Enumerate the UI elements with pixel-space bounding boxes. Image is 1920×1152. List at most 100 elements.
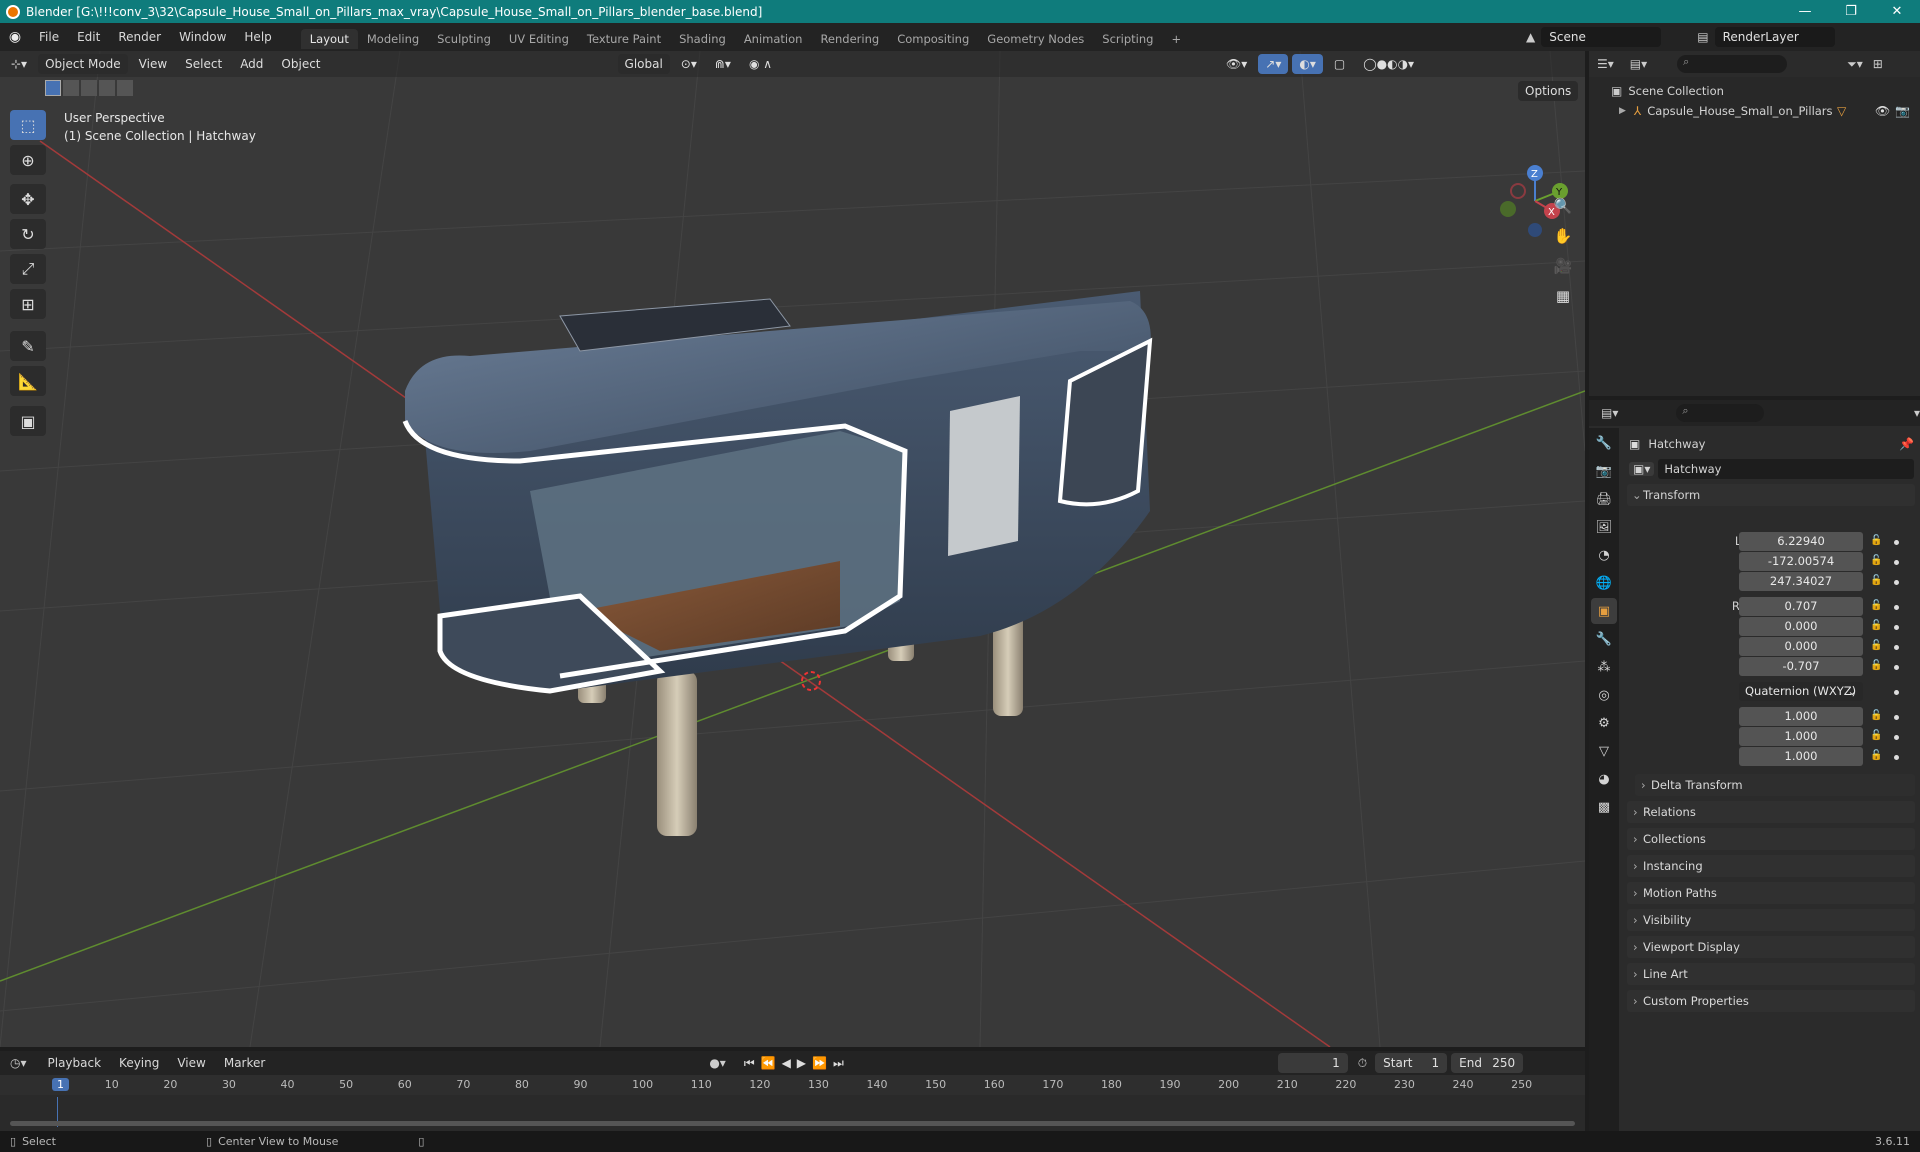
select-box-tool-icon[interactable]: ⬚ bbox=[10, 110, 46, 140]
select-intersect-icon[interactable] bbox=[117, 80, 133, 96]
preview-range-icon[interactable]: ⏱ bbox=[1358, 1056, 1367, 1071]
pivot-icon[interactable]: ⊙▾ bbox=[674, 54, 704, 74]
tab-layout[interactable]: Layout bbox=[300, 29, 358, 49]
properties-options-icon[interactable]: ▾ bbox=[1914, 406, 1920, 420]
keyframe-dot-icon[interactable] bbox=[1894, 540, 1899, 545]
lock-icon[interactable]: 🔓 bbox=[1870, 640, 1882, 651]
tab-scripting[interactable]: Scripting bbox=[1093, 29, 1162, 49]
tab-uv-editing[interactable]: UV Editing bbox=[500, 29, 578, 49]
tab-modeling[interactable]: Modeling bbox=[358, 29, 428, 49]
transform-orientation-dropdown[interactable]: Global bbox=[617, 54, 670, 74]
cursor-tool-icon[interactable]: ⊕ bbox=[10, 145, 46, 175]
select-extend-icon[interactable] bbox=[63, 80, 79, 96]
relations-panel[interactable]: Relations bbox=[1627, 801, 1915, 823]
outliner-row-scene-collection[interactable]: ▣ Scene Collection bbox=[1589, 81, 1920, 101]
timeline-scrollbar[interactable] bbox=[10, 1121, 1575, 1126]
tab-compositing[interactable]: Compositing bbox=[888, 29, 978, 49]
start-frame-field[interactable]: Start 1 bbox=[1375, 1053, 1448, 1073]
lock-icon[interactable]: 🔓 bbox=[1870, 660, 1882, 671]
menu-render[interactable]: Render bbox=[109, 30, 170, 44]
properties-search-input[interactable]: ⌕ bbox=[1676, 404, 1764, 422]
current-frame-field[interactable]: 1 bbox=[1277, 1053, 1348, 1073]
lock-icon[interactable]: 🔓 bbox=[1870, 730, 1882, 741]
blender-menu-icon[interactable]: ◉ bbox=[0, 29, 30, 45]
keyframe-dot-icon[interactable] bbox=[1894, 605, 1899, 610]
filter-icon[interactable]: ⏷▾ bbox=[1847, 57, 1863, 72]
tab-shading[interactable]: Shading bbox=[670, 29, 735, 49]
custom-properties-panel[interactable]: Custom Properties bbox=[1627, 990, 1915, 1012]
shading-modes-icon[interactable]: ◯●◐◑▾ bbox=[1356, 54, 1421, 74]
display-mode-icon[interactable]: ▤▾ bbox=[1630, 57, 1647, 71]
xray-icon[interactable]: ▢ bbox=[1327, 54, 1352, 74]
pin-icon[interactable]: 📌 bbox=[1899, 437, 1914, 451]
snap-icon[interactable]: ⋒▾ bbox=[708, 54, 738, 74]
output-tab-icon[interactable]: 🖨 bbox=[1591, 486, 1617, 512]
new-collection-icon[interactable]: ⊞ bbox=[1873, 57, 1883, 71]
modifier-icon[interactable]: ▽ bbox=[1837, 104, 1846, 118]
move-tool-icon[interactable]: ✥ bbox=[10, 184, 46, 214]
tab-animation[interactable]: Animation bbox=[735, 29, 812, 49]
menu-timeline-view[interactable]: View bbox=[168, 1056, 214, 1070]
material-tab-icon[interactable]: ◕ bbox=[1591, 766, 1617, 792]
playback-controls[interactable]: ⏮⏪◀▶⏩⏭ bbox=[744, 1056, 850, 1071]
outliner-row-object[interactable]: ▶ ⅄ Capsule_House_Small_on_Pillars ▽ 👁 📷 bbox=[1589, 101, 1920, 121]
keyframe-dot-icon[interactable] bbox=[1894, 715, 1899, 720]
keyframe-dot-icon[interactable] bbox=[1894, 645, 1899, 650]
gizmo-toggle-icon[interactable]: ↗▾ bbox=[1258, 54, 1289, 74]
pan-hand-icon[interactable]: ✋ bbox=[1549, 222, 1577, 250]
rotation-mode-dropdown[interactable]: Quaternion (WXYZ) ⌄ bbox=[1739, 682, 1863, 701]
rotate-tool-icon[interactable]: ↻ bbox=[10, 219, 46, 249]
annotate-tool-icon[interactable]: ✎ bbox=[10, 331, 46, 361]
menu-keying[interactable]: Keying bbox=[110, 1056, 168, 1070]
menu-playback[interactable]: Playback bbox=[39, 1056, 111, 1070]
select-new-icon[interactable] bbox=[45, 80, 61, 96]
editor-type-icon[interactable]: ⊹▾ bbox=[4, 54, 34, 74]
menu-window[interactable]: Window bbox=[170, 30, 235, 44]
keyframe-dot-icon[interactable] bbox=[1894, 625, 1899, 630]
physics-tab-icon[interactable]: ◎ bbox=[1591, 682, 1617, 708]
timeline-editor-icon[interactable]: ◷▾ bbox=[10, 1056, 27, 1070]
menu-marker[interactable]: Marker bbox=[215, 1056, 274, 1070]
collections-panel[interactable]: Collections bbox=[1627, 828, 1915, 850]
hide-eye-icon[interactable]: 👁 bbox=[1875, 104, 1890, 118]
constraints-tab-icon[interactable]: ⚙ bbox=[1591, 710, 1617, 736]
transform-tool-icon[interactable]: ⊞ bbox=[10, 289, 46, 319]
record-keyframe-icon[interactable]: ●▾ bbox=[709, 1056, 726, 1070]
visibility-panel[interactable]: Visibility bbox=[1627, 909, 1915, 931]
keyframe-dot-icon[interactable] bbox=[1894, 665, 1899, 670]
tab-sculpting[interactable]: Sculpting bbox=[428, 29, 500, 49]
menu-view[interactable]: View bbox=[132, 54, 174, 74]
end-frame-field[interactable]: End 250 bbox=[1451, 1053, 1524, 1073]
tool-tab-icon[interactable]: 🔧 bbox=[1591, 430, 1617, 456]
render-tab-icon[interactable]: 📷 bbox=[1591, 458, 1617, 484]
outliner-editor-icon[interactable]: ☰▾ bbox=[1597, 57, 1614, 71]
menu-object[interactable]: Object bbox=[274, 54, 327, 74]
menu-file[interactable]: File bbox=[30, 30, 68, 44]
options-button[interactable]: Options bbox=[1518, 81, 1579, 101]
scene-tab-icon[interactable]: ◔ bbox=[1591, 542, 1617, 568]
keyframe-dot-icon[interactable] bbox=[1894, 755, 1899, 760]
tab-geometry-nodes[interactable]: Geometry Nodes bbox=[978, 29, 1093, 49]
overlay-toggle-icon[interactable]: ◐▾ bbox=[1292, 54, 1323, 74]
scale-tool-icon[interactable]: ⤢ bbox=[10, 254, 46, 284]
data-tab-icon[interactable]: ▽ bbox=[1591, 738, 1617, 764]
ortho-toggle-icon[interactable]: ▦ bbox=[1549, 282, 1577, 310]
keyframe-dot-icon[interactable] bbox=[1894, 690, 1899, 695]
maximize-button[interactable]: ❐ bbox=[1828, 0, 1874, 23]
keyframe-dot-icon[interactable] bbox=[1894, 735, 1899, 740]
motion-paths-panel[interactable]: Motion Paths bbox=[1627, 882, 1915, 904]
tab-rendering[interactable]: Rendering bbox=[811, 29, 888, 49]
particles-tab-icon[interactable]: ⁂ bbox=[1591, 654, 1617, 680]
instancing-panel[interactable]: Instancing bbox=[1627, 855, 1915, 877]
object-name-field[interactable]: Hatchway bbox=[1658, 459, 1914, 479]
location-x-field[interactable]: 6.22940 bbox=[1739, 532, 1863, 551]
delta-transform-subpanel[interactable]: Delta Transform bbox=[1635, 774, 1915, 796]
texture-tab-icon[interactable]: ▩ bbox=[1591, 794, 1617, 820]
scale-y-field[interactable]: 1.000 bbox=[1739, 727, 1863, 746]
lock-icon[interactable]: 🔓 bbox=[1870, 555, 1882, 566]
expand-arrow-icon[interactable]: ▶ bbox=[1619, 106, 1626, 116]
proportional-edit-icon[interactable]: ◉ ∧ bbox=[742, 54, 779, 74]
measure-tool-icon[interactable]: 📐 bbox=[10, 366, 46, 396]
minimize-button[interactable]: — bbox=[1782, 0, 1828, 23]
location-y-field[interactable]: -172.00574 bbox=[1739, 552, 1863, 571]
